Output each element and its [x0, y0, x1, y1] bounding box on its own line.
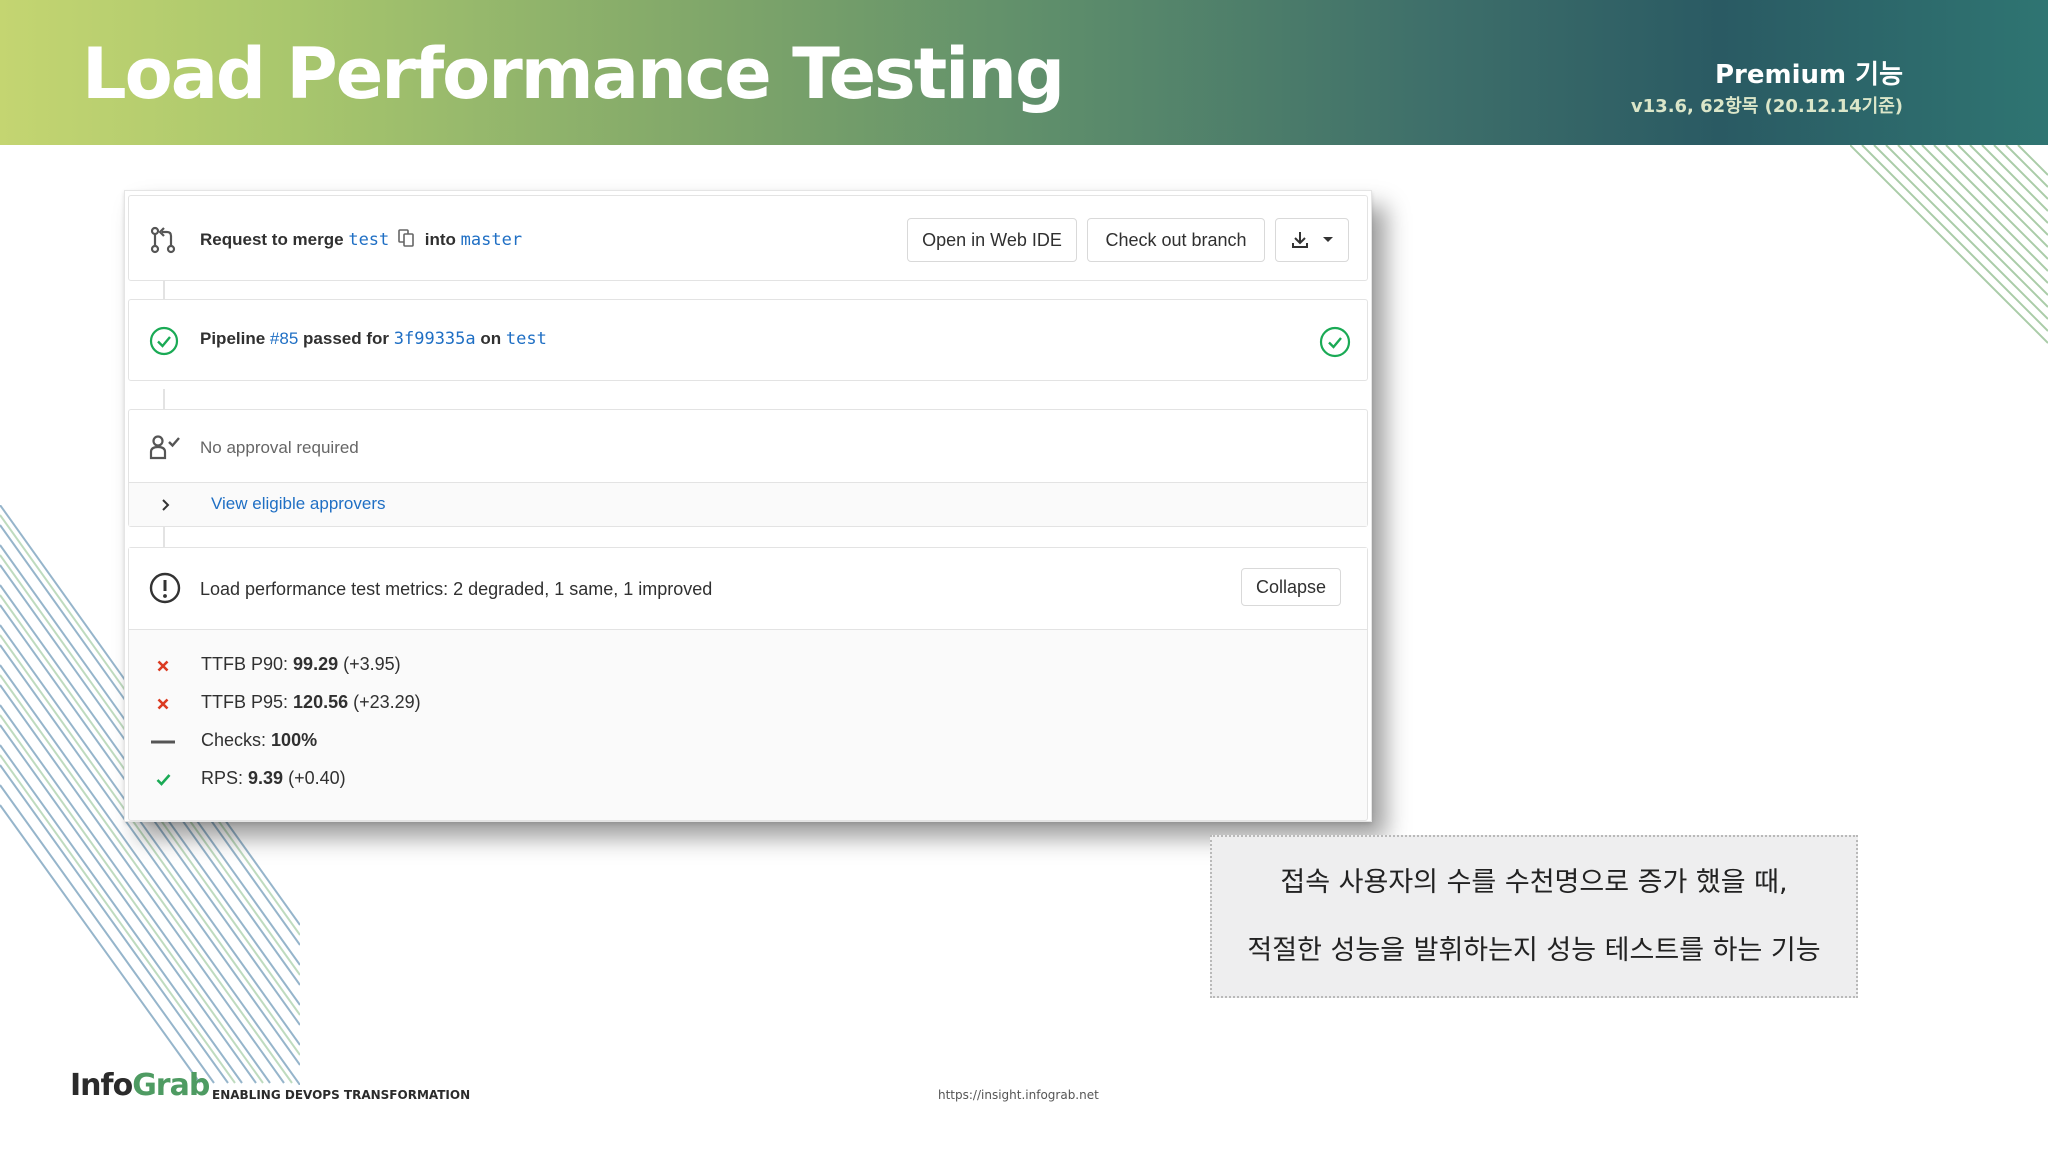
check-out-branch-button[interactable]: Check out branch	[1087, 218, 1265, 262]
metric-label: Checks:	[201, 730, 267, 750]
slide-title: Load Performance Testing	[82, 33, 1065, 115]
pipeline-on-text: on	[480, 329, 502, 348]
metric-label: RPS:	[201, 768, 244, 788]
load-performance-panel: Load performance test metrics: 2 degrade…	[128, 547, 1368, 821]
timeline-connector	[163, 527, 165, 547]
timeline-connector	[163, 389, 165, 409]
pipeline-success-icon	[149, 326, 179, 356]
degraded-x-icon	[157, 698, 169, 710]
merge-request-icon	[150, 226, 176, 254]
description-line-1: 접속 사용자의 수를 수천명으로 증가 했을 때,	[1280, 866, 1788, 898]
metric-label: TTFB P90:	[201, 654, 289, 674]
approval-status-text: No approval required	[200, 438, 359, 457]
view-eligible-approvers-link[interactable]: View eligible approvers	[211, 494, 386, 514]
metric-label: TTFB P95:	[201, 692, 289, 712]
pipeline-passed-text: passed for	[303, 329, 390, 348]
warning-icon	[149, 572, 181, 604]
metric-value: 99.29	[293, 654, 339, 674]
logo-text-grab: Grab	[132, 1068, 210, 1103]
same-dash-icon	[151, 740, 175, 744]
approvers-row[interactable]: View eligible approvers	[129, 482, 1367, 526]
metric-delta: (+3.95)	[343, 654, 401, 674]
into-text: into	[424, 230, 456, 249]
pipeline-prefix: Pipeline	[200, 329, 266, 348]
approval-icon	[149, 435, 180, 460]
metrics-summary-row: Load performance test metrics: 2 degrade…	[129, 548, 1367, 630]
metrics-summary-text: Load performance test metrics: 2 degrade…	[200, 579, 713, 599]
metric-row-ttfb-p90: TTFB P90: 99.29 (+3.95)	[129, 648, 729, 684]
merge-request-prefix: Request to merge	[200, 230, 344, 249]
pipeline-status-icon[interactable]	[1319, 326, 1351, 358]
improved-check-icon	[156, 774, 171, 786]
degraded-x-icon	[157, 660, 169, 672]
copy-icon[interactable]	[398, 229, 414, 247]
source-branch-link[interactable]: test	[348, 230, 389, 250]
chevron-down-icon	[1323, 237, 1333, 242]
feature-description-box: 접속 사용자의 수를 수천명으로 증가 했을 때, 적절한 성능을 발휘하는지 …	[1210, 835, 1858, 998]
download-icon	[1292, 232, 1308, 248]
footer-tagline: ENABLING DEVOPS TRANSFORMATION	[212, 1088, 471, 1102]
metric-row-checks: Checks: 100%	[129, 724, 729, 760]
approvals-panel: No approval required View eligible appro…	[128, 409, 1368, 527]
merge-request-line: Request to merge test into master	[200, 229, 522, 250]
logo-text-info: Info	[70, 1068, 133, 1103]
metric-delta: (+0.40)	[288, 768, 346, 788]
decorative-stripes-right	[1850, 145, 2048, 344]
metric-value: 9.39	[248, 768, 284, 788]
metric-value: 120.56	[293, 692, 349, 712]
pipeline-line: Pipeline #85 passed for 3f99335a on test	[200, 329, 547, 349]
metric-row-ttfb-p95: TTFB P95: 120.56 (+23.29)	[129, 686, 729, 722]
commit-sha-link[interactable]: 3f99335a	[394, 329, 476, 349]
download-dropdown-button[interactable]	[1275, 218, 1349, 262]
metric-delta: (+23.29)	[353, 692, 421, 712]
pipeline-panel: Pipeline #85 passed for 3f99335a on test	[128, 299, 1368, 381]
timeline-connector	[163, 281, 165, 299]
pipeline-id-link[interactable]: #85	[270, 329, 298, 348]
pipeline-branch-link[interactable]: test	[506, 329, 547, 349]
merge-request-screenshot: Request to merge test into master Open i…	[124, 190, 1372, 822]
metric-row-rps: RPS: 9.39 (+0.40)	[129, 762, 729, 798]
premium-badge: Premium 기능	[1714, 60, 1903, 90]
metric-value: 100%	[271, 730, 318, 750]
version-note: v13.6, 62항목 (20.12.14기준)	[1630, 96, 1903, 117]
infograb-logo: InfoGrab	[70, 1068, 210, 1103]
open-web-ide-button[interactable]: Open in Web IDE	[907, 218, 1077, 262]
chevron-right-icon	[162, 499, 170, 511]
collapse-button[interactable]: Collapse	[1241, 568, 1341, 606]
target-branch-link[interactable]: master	[461, 230, 522, 250]
footer-url: https://insight.infograb.net	[938, 1088, 1099, 1102]
description-line-2: 적절한 성능을 발휘하는지 성능 테스트를 하는 기능	[1247, 934, 1821, 966]
merge-request-header-panel: Request to merge test into master Open i…	[128, 195, 1368, 281]
